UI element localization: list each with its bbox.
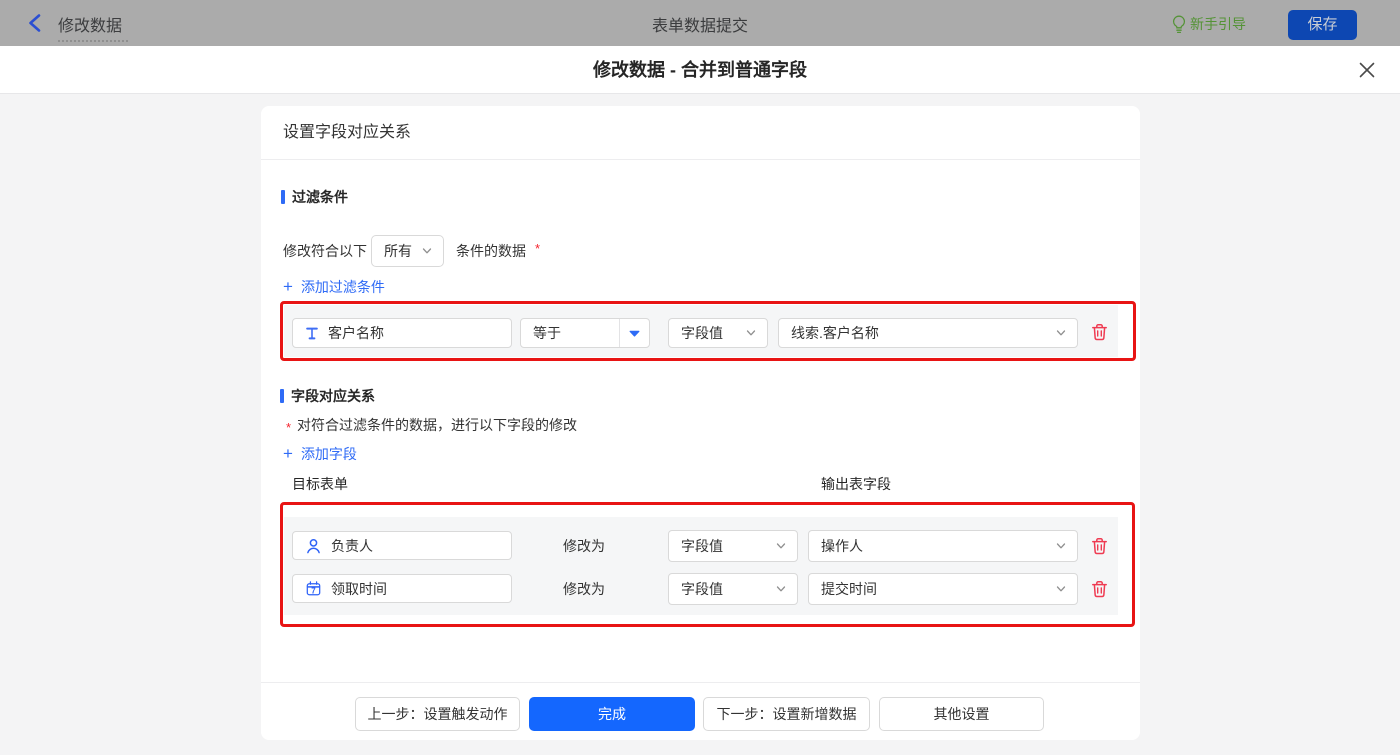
text-field-icon: [306, 327, 318, 339]
mapping-value-type-select[interactable]: 字段值: [668, 573, 798, 605]
done-button[interactable]: 完成: [529, 697, 695, 731]
filter-value-type-select[interactable]: 字段值: [668, 318, 768, 348]
save-button[interactable]: 保存: [1288, 10, 1357, 40]
operator-dropdown-button[interactable]: [620, 319, 649, 347]
panel-header-divider: [261, 159, 1140, 160]
mapping-field-input[interactable]: 7 领取时间: [292, 574, 512, 603]
required-asterisk: *: [535, 241, 541, 256]
close-icon[interactable]: [1359, 62, 1375, 78]
mapping-value-field-select[interactable]: 提交时间: [808, 573, 1078, 605]
lightbulb-icon: [1172, 15, 1186, 33]
flow-name-underline: [58, 40, 128, 42]
next-step-button[interactable]: 下一步：设置新增数据: [703, 697, 870, 731]
filter-value-field-select[interactable]: 线索.客户名称: [778, 318, 1078, 348]
match-mode-select[interactable]: 所有: [371, 235, 444, 267]
mapping-value-field-select[interactable]: 操作人: [808, 530, 1078, 562]
condition-prefix-label: 修改符合以下: [283, 243, 367, 259]
chevron-down-icon: [1056, 330, 1066, 336]
other-settings-button[interactable]: 其他设置: [879, 697, 1044, 731]
operator-select[interactable]: 等于: [520, 318, 650, 348]
filter-field-input[interactable]: 客户名称: [292, 318, 512, 348]
condition-suffix-label: 条件的数据: [456, 243, 526, 259]
dialog-header: 修改数据 - 合并到普通字段: [0, 46, 1400, 94]
add-filter-condition-link[interactable]: + 添加过滤条件: [283, 277, 385, 297]
add-filter-condition-label: 添加过滤条件: [300, 279, 385, 295]
modify-to-label: 修改为: [563, 581, 605, 597]
user-icon: [307, 538, 320, 553]
section-bar: [281, 190, 285, 204]
add-field-link[interactable]: + 添加字段: [283, 444, 357, 464]
mapping-field-input[interactable]: 负责人: [292, 531, 512, 560]
chevron-down-icon: [746, 330, 756, 336]
modify-to-label: 修改为: [563, 538, 605, 554]
chevron-down-icon: [1056, 543, 1066, 549]
chevron-down-icon: [776, 586, 786, 592]
chevron-down-icon: [1056, 586, 1066, 592]
beginner-guide-link[interactable]: 新手引导: [1172, 13, 1246, 35]
section-bar: [280, 389, 284, 403]
delete-mapping-row-icon[interactable]: [1091, 537, 1108, 555]
prev-step-button[interactable]: 上一步：设置触发动作: [355, 697, 520, 731]
footer-divider: [261, 682, 1140, 683]
output-column-label: 输出表字段: [821, 476, 891, 492]
filter-section-title: 过滤条件: [281, 189, 348, 205]
chevron-down-icon: [422, 248, 432, 254]
delete-mapping-row-icon[interactable]: [1091, 580, 1108, 598]
chevron-down-icon: [776, 543, 786, 549]
panel-header-title: 设置字段对应关系: [283, 124, 412, 141]
triangle-down-icon: [629, 330, 640, 337]
plus-icon: +: [283, 277, 293, 296]
filter-field-value: 客户名称: [328, 325, 384, 341]
required-asterisk: *: [286, 420, 292, 435]
plus-icon: +: [283, 444, 293, 463]
topbar: 修改数据 表单数据提交 新手引导 保存: [0, 0, 1400, 46]
mapping-field-value: 领取时间: [331, 580, 387, 597]
field-mapping-panel: 设置字段对应关系 过滤条件 修改符合以下 所有 条件的数据 * + 添加过滤条件…: [261, 106, 1140, 740]
mapping-section-title: 字段对应关系: [280, 388, 375, 404]
delete-filter-row-icon[interactable]: [1091, 323, 1108, 341]
mapping-value-type-select[interactable]: 字段值: [668, 530, 798, 562]
source-column-label: 目标表单: [292, 476, 348, 492]
beginner-guide-label: 新手引导: [1190, 16, 1246, 32]
dialog-title: 修改数据 - 合并到普通字段: [593, 60, 807, 80]
mapping-field-value: 负责人: [331, 537, 373, 554]
mapping-note: 对符合过滤条件的数据，进行以下字段的修改: [297, 417, 577, 433]
add-field-label: 添加字段: [300, 446, 357, 462]
calendar-icon: 7: [306, 581, 321, 595]
svg-text:7: 7: [311, 586, 316, 595]
